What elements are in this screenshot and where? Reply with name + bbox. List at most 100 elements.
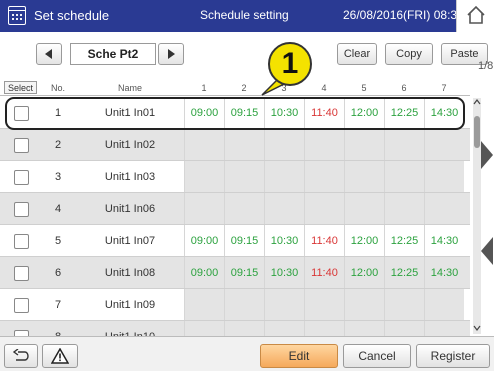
column-header-name: Name bbox=[117, 82, 142, 93]
time-slot-cell[interactable]: 12:25 bbox=[384, 257, 424, 288]
time-slot-cell[interactable] bbox=[424, 193, 464, 224]
warning-button[interactable] bbox=[42, 344, 78, 368]
row-name: Unit1 In02 bbox=[104, 138, 156, 151]
cancel-button[interactable]: Cancel bbox=[343, 344, 411, 368]
time-slot-cell[interactable] bbox=[224, 321, 264, 336]
row-number: 5 bbox=[54, 234, 62, 247]
time-slot-cell[interactable] bbox=[424, 321, 464, 336]
row-number: 8 bbox=[46, 321, 70, 337]
table-row[interactable]: 2 Unit1 In02 bbox=[0, 129, 470, 161]
page-indicator: 1/8 bbox=[478, 60, 494, 72]
time-slot-cell[interactable] bbox=[424, 161, 464, 192]
row-name: Unit1 In07 bbox=[104, 234, 156, 247]
callout-number: 1 bbox=[268, 42, 312, 86]
time-slot-cell[interactable] bbox=[384, 161, 424, 192]
scroll-left-icon[interactable] bbox=[480, 236, 494, 266]
time-slot-cell[interactable] bbox=[344, 289, 384, 320]
time-slot-cell[interactable] bbox=[184, 289, 224, 320]
time-slot-cell[interactable]: 14:30 bbox=[424, 225, 464, 256]
time-slot-cell[interactable]: 11:40 bbox=[304, 257, 344, 288]
row-number: 3 bbox=[54, 170, 62, 183]
time-slot-cell[interactable]: 14:30 bbox=[424, 257, 464, 288]
back-button[interactable] bbox=[4, 344, 38, 368]
scrollbar-thumb[interactable] bbox=[474, 116, 480, 148]
row-number: 6 bbox=[54, 266, 62, 279]
time-slot-cell[interactable] bbox=[344, 321, 384, 336]
time-slot-cell[interactable]: 12:00 bbox=[344, 257, 384, 288]
time-slot-cell[interactable] bbox=[304, 161, 344, 192]
time-slot-cell[interactable] bbox=[264, 321, 304, 336]
row-checkbox[interactable] bbox=[14, 170, 29, 185]
time-slot-cell[interactable]: 12:25 bbox=[384, 225, 424, 256]
time-slot-cell[interactable] bbox=[264, 161, 304, 192]
table-row[interactable]: 8 Unit1 In10 bbox=[0, 321, 470, 336]
time-slot-cell[interactable]: 12:00 bbox=[344, 225, 384, 256]
time-slot-cell[interactable] bbox=[344, 129, 384, 160]
screen-title: Set schedule bbox=[34, 8, 110, 23]
time-slot-cell[interactable] bbox=[184, 129, 224, 160]
row-number: 2 bbox=[54, 138, 62, 151]
table-row[interactable]: 5 Unit1 In07 09:00 09:15 10:30 11:40 12:00 12:2… bbox=[0, 225, 470, 257]
time-slot-cell[interactable] bbox=[184, 161, 224, 192]
scroll-right-icon[interactable] bbox=[480, 140, 494, 170]
row-name: Unit1 In08 bbox=[104, 266, 156, 279]
time-slot-cell[interactable] bbox=[384, 289, 424, 320]
row-name: Unit1 In06 bbox=[104, 202, 156, 215]
time-slot-cell[interactable] bbox=[224, 129, 264, 160]
prev-pattern-button[interactable] bbox=[36, 43, 62, 65]
row-checkbox[interactable] bbox=[14, 298, 29, 313]
time-slot-cell[interactable] bbox=[384, 321, 424, 336]
column-header-slot: 6 bbox=[401, 82, 407, 93]
clear-button[interactable]: Clear bbox=[337, 43, 377, 65]
chevron-up-icon[interactable] bbox=[473, 98, 481, 106]
table-row[interactable]: 3 Unit1 In03 bbox=[0, 161, 470, 193]
time-slot-cell[interactable] bbox=[384, 193, 424, 224]
chevron-down-icon[interactable] bbox=[473, 324, 481, 332]
time-slot-cell[interactable]: 09:00 bbox=[184, 257, 224, 288]
home-button[interactable] bbox=[456, 0, 494, 32]
time-slot-cell[interactable]: 11:40 bbox=[304, 225, 344, 256]
time-slot-cell[interactable] bbox=[304, 193, 344, 224]
copy-button[interactable]: Copy bbox=[385, 43, 433, 65]
time-slot-cell[interactable]: 09:00 bbox=[184, 225, 224, 256]
table-row[interactable]: 6 Unit1 In08 09:00 09:15 10:30 11:40 12:00 12:2… bbox=[0, 257, 470, 289]
time-slot-cell[interactable] bbox=[264, 289, 304, 320]
triangle-left-icon bbox=[45, 49, 52, 59]
time-slot-cell[interactable] bbox=[264, 129, 304, 160]
row-checkbox[interactable] bbox=[14, 266, 29, 281]
time-slot-cell[interactable] bbox=[184, 193, 224, 224]
time-slot-cell[interactable]: 09:15 bbox=[224, 225, 264, 256]
time-slot-cell[interactable]: 10:30 bbox=[264, 257, 304, 288]
time-slot-cell[interactable]: 10:30 bbox=[264, 225, 304, 256]
time-slot-cell[interactable] bbox=[384, 129, 424, 160]
row-checkbox[interactable] bbox=[14, 138, 29, 153]
time-slot-cell[interactable] bbox=[224, 193, 264, 224]
time-slot-cell[interactable] bbox=[224, 289, 264, 320]
time-slot-cell[interactable] bbox=[304, 321, 344, 336]
row-number: 4 bbox=[54, 202, 62, 215]
time-slot-cell[interactable] bbox=[304, 129, 344, 160]
edit-button[interactable]: Edit bbox=[260, 344, 338, 368]
register-button[interactable]: Register bbox=[416, 344, 490, 368]
row-checkbox[interactable] bbox=[14, 202, 29, 217]
time-slot-cell[interactable] bbox=[344, 161, 384, 192]
time-slot-cell[interactable] bbox=[424, 289, 464, 320]
table-header: Select No. Name 1 2 3 4 5 6 7 bbox=[0, 80, 470, 96]
select-all-button[interactable]: Select bbox=[4, 81, 37, 94]
back-arrow-icon bbox=[13, 349, 29, 361]
footer-bar: Edit Cancel Register bbox=[0, 336, 494, 371]
row-name: Unit1 In09 bbox=[104, 298, 156, 311]
table-row[interactable]: 7 Unit1 In09 bbox=[0, 289, 470, 321]
row-checkbox[interactable] bbox=[14, 234, 29, 249]
time-slot-cell[interactable] bbox=[264, 193, 304, 224]
time-slot-cell[interactable] bbox=[344, 193, 384, 224]
time-slot-cell[interactable] bbox=[184, 321, 224, 336]
next-pattern-button[interactable] bbox=[158, 43, 184, 65]
time-slot-cell[interactable]: 09:15 bbox=[224, 257, 264, 288]
triangle-right-icon bbox=[168, 49, 175, 59]
table-row[interactable]: 4 Unit1 In06 bbox=[0, 193, 470, 225]
time-slot-cell[interactable] bbox=[424, 129, 464, 160]
time-slot-cell[interactable] bbox=[304, 289, 344, 320]
row-name: Unit1 In03 bbox=[104, 170, 156, 183]
time-slot-cell[interactable] bbox=[224, 161, 264, 192]
